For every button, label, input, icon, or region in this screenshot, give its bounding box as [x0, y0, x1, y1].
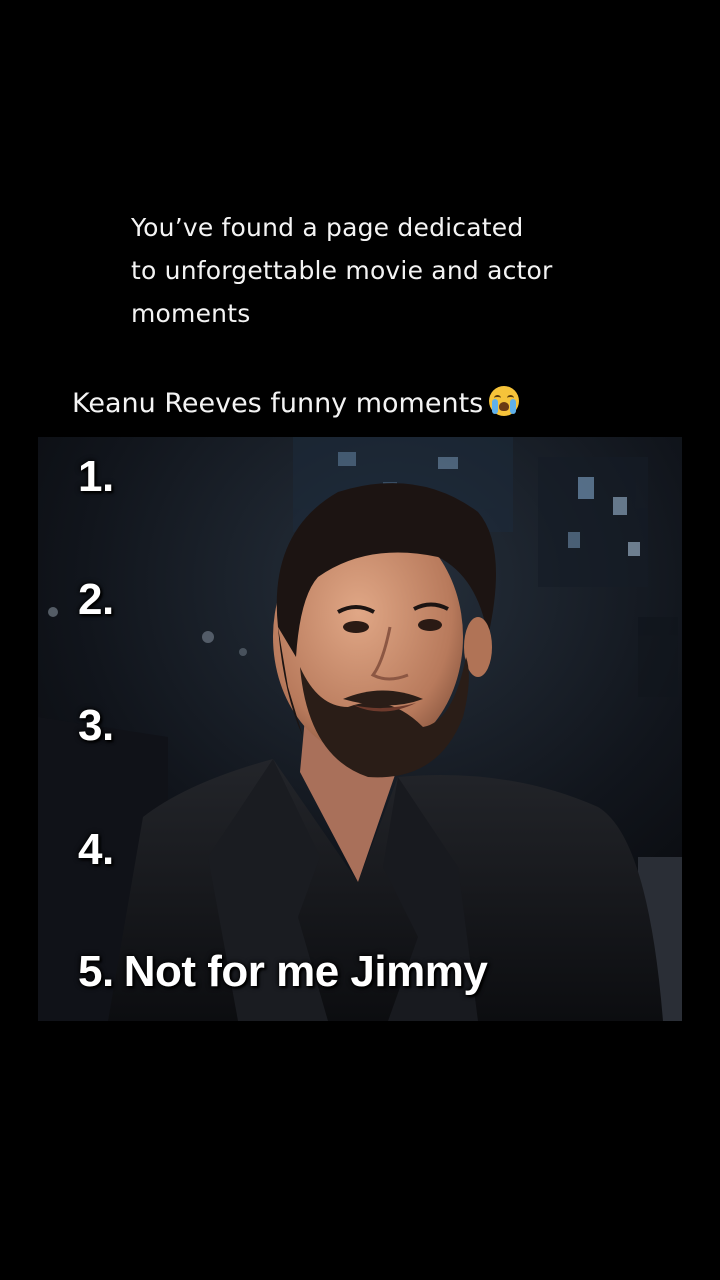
list-item: 4. [78, 825, 114, 875]
list-item: 5. Not for me Jimmy [78, 947, 488, 997]
video-title-text: Keanu Reeves funny moments [72, 388, 484, 419]
list-item-number: 3. [78, 701, 114, 750]
list-item: 3. [78, 701, 114, 751]
list-item: 1. [78, 452, 114, 502]
loudly-crying-face-icon [489, 386, 520, 416]
list-item-number: 5. [78, 947, 114, 996]
intro-line-1: You’ve found a page dedicated [131, 213, 524, 242]
list-item: 2. [78, 575, 114, 625]
list-item-number: 1. [78, 452, 114, 501]
video-title: Keanu Reeves funny moments [72, 382, 520, 426]
list-item-number: 2. [78, 575, 114, 624]
list-item-number: 4. [78, 825, 114, 874]
video-player[interactable]: 1. 2. 3. 4. 5. Not for me Jimmy [38, 437, 682, 1021]
video-still-image [38, 437, 682, 1021]
list-item-caption: Not for me Jimmy [123, 947, 488, 996]
intro-line-3: moments [131, 299, 251, 328]
intro-line-2: to unforgettable movie and actor [131, 256, 553, 285]
intro-text: You’ve found a page dedicated to unforge… [131, 206, 601, 335]
